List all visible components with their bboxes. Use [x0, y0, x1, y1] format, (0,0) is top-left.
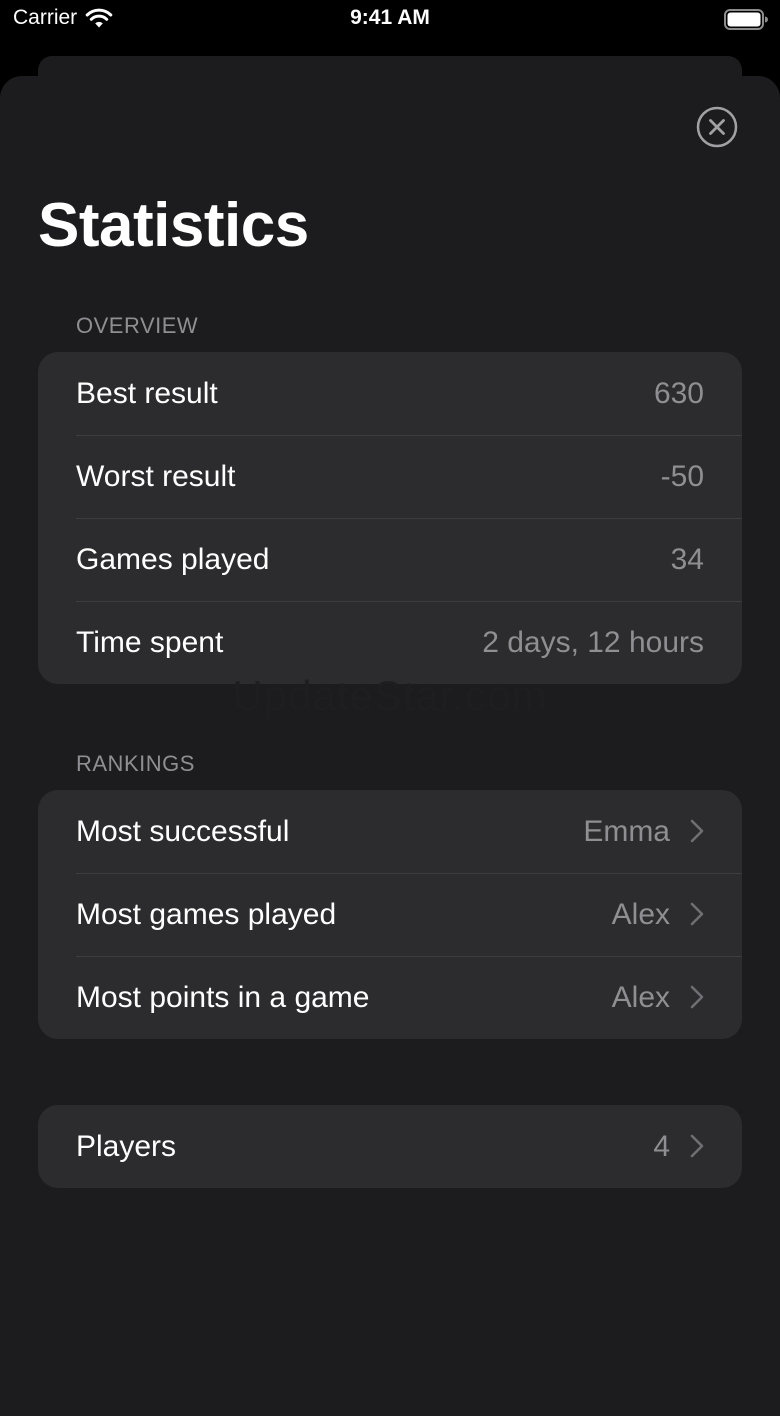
overview-row-worst-result: Worst result -50 [38, 435, 742, 518]
chevron-right-icon [690, 985, 704, 1009]
row-value: 630 [653, 376, 704, 410]
battery-icon [724, 9, 768, 30]
row-value: 34 [670, 542, 704, 576]
row-label: Most points in a game [76, 980, 370, 1014]
rankings-header: RANKINGS [76, 751, 195, 776]
statistics-sheet [0, 76, 780, 1416]
chevron-right-icon [690, 819, 704, 843]
chevron-right-icon [690, 902, 704, 926]
rankings-row-most-successful[interactable]: Most successful Emma [38, 790, 742, 873]
players-group: Players 4 [38, 1105, 742, 1188]
row-value: Alex [611, 897, 670, 931]
row-value: Emma [583, 814, 670, 848]
watermark: UpdateStar.com [232, 672, 548, 719]
overview-row-games-played: Games played 34 [38, 518, 742, 601]
rankings-row-most-points-in-a-game[interactable]: Most points in a game Alex [38, 956, 742, 1039]
row-label: Time spent [76, 625, 224, 659]
row-label: Best result [76, 376, 218, 410]
status-bar: Carrier 9:41 AM [0, 0, 780, 40]
row-label: Most games played [76, 897, 337, 931]
row-label: Players [76, 1129, 177, 1163]
chevron-right-icon [690, 1134, 704, 1158]
overview-row-best-result: Best result 630 [38, 352, 742, 435]
overview-group: Best result 630 Worst result -50 Games p… [38, 352, 742, 684]
rankings-row-most-games-played[interactable]: Most games played Alex [38, 873, 742, 956]
clock: 9:41 AM [350, 6, 430, 29]
row-value: 2 days, 12 hours [482, 625, 704, 659]
page-title: Statistics [38, 191, 309, 260]
players-row[interactable]: Players 4 [38, 1105, 742, 1188]
row-value: -50 [660, 459, 704, 493]
close-icon[interactable] [696, 106, 738, 148]
row-value: 4 [653, 1129, 670, 1163]
row-label: Games played [76, 542, 270, 576]
row-label: Most successful [76, 814, 290, 848]
overview-header: OVERVIEW [76, 313, 199, 338]
row-label: Worst result [76, 459, 236, 493]
row-value: Alex [611, 980, 670, 1014]
rankings-group: Most successful Emma Most games played A… [38, 790, 742, 1039]
